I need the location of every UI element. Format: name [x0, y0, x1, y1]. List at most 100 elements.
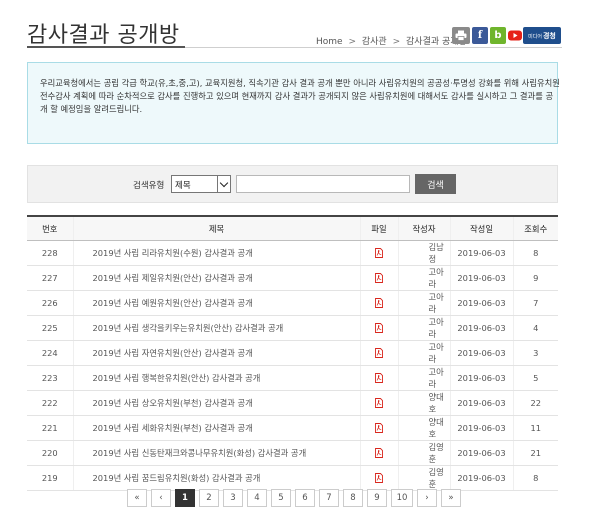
row-writer: 김영훈: [397, 465, 450, 491]
row-date: 2019-06-03: [449, 290, 513, 316]
page-button-5[interactable]: 5: [271, 489, 291, 507]
row-file: [359, 265, 398, 291]
row-views: 8: [512, 465, 558, 491]
row-writer: 고아라: [397, 290, 450, 316]
pdf-file-icon[interactable]: [375, 423, 383, 434]
row-date: 2019-06-03: [449, 265, 513, 291]
row-views: 7: [512, 290, 558, 316]
chevron-down-icon: [217, 176, 230, 192]
row-file: [359, 240, 398, 266]
audit-result-table: 번호 제목 파일 작성자 작성일 조회수 228 2019년 사립 리라유치원(수…: [27, 215, 558, 491]
pdf-file-icon[interactable]: [375, 298, 383, 309]
search-panel: 검색유형 제목 검색: [27, 165, 558, 203]
title-underline: [27, 46, 185, 48]
pdf-file-icon[interactable]: [375, 348, 383, 359]
table-row[interactable]: 228 2019년 사립 리라유치원(수원) 감사결과 공개 김남정 2019-06-…: [27, 240, 558, 266]
column-header-title: 제목: [72, 216, 360, 241]
row-writer: 양대호: [397, 390, 450, 416]
row-writer: 고아라: [397, 315, 450, 341]
pdf-file-icon[interactable]: [375, 323, 383, 334]
row-number: 224: [27, 340, 73, 366]
row-writer: 고아라: [397, 365, 450, 391]
row-title-link[interactable]: 2019년 사립 예원유치원(안산) 감사결과 공개: [72, 290, 360, 316]
row-views: 5: [512, 365, 558, 391]
media-small-label: 미디어: [528, 33, 542, 40]
page-button-6[interactable]: 6: [295, 489, 315, 507]
search-type-value: 제목: [175, 181, 191, 191]
print-icon: [455, 30, 467, 41]
page-button-9[interactable]: 9: [367, 489, 387, 507]
notice-box: 우리교육청에서는 공립 각급 학교(유,초,중,고), 교육지원청, 직속기관 …: [27, 62, 560, 144]
row-title-link[interactable]: 2019년 사립 제일유치원(안산) 감사결과 공개: [72, 265, 360, 291]
row-title-link[interactable]: 2019년 사립 신동탄재크와콩나무유치원(화성) 감사결과 공개: [72, 440, 360, 466]
table-row[interactable]: 227 2019년 사립 제일유치원(안산) 감사결과 공개 고아라 2019-06-…: [27, 265, 558, 291]
page-button-4[interactable]: 4: [247, 489, 267, 507]
page-button-8[interactable]: 8: [343, 489, 363, 507]
column-header-views: 조회수: [512, 216, 558, 241]
search-type-select[interactable]: 제목: [171, 175, 231, 193]
pdf-file-icon[interactable]: [375, 448, 383, 459]
row-title-link[interactable]: 2019년 사립 상오유치원(부천) 감사결과 공개: [72, 390, 360, 416]
row-views: 21: [512, 440, 558, 466]
facebook-icon: f: [477, 30, 483, 41]
column-header-file: 파일: [359, 216, 398, 241]
row-title-link[interactable]: 2019년 사립 생각을키우는유치원(안산) 감사결과 공개: [72, 315, 360, 341]
media-link-button[interactable]: 미디어경청: [523, 27, 561, 44]
next-page-button[interactable]: ›: [417, 489, 437, 507]
row-title-link[interactable]: 2019년 사립 세화유치원(부천) 감사결과 공개: [72, 415, 360, 441]
search-button[interactable]: 검색: [415, 174, 456, 194]
youtube-icon: [508, 30, 522, 41]
row-writer: 고아라: [397, 340, 450, 366]
breadcrumb: Home > 감사관 > 감사결과 공개방: [316, 34, 467, 47]
table-row[interactable]: 224 2019년 사립 자연유치원(안산) 감사결과 공개 고아라 2019-06-…: [27, 340, 558, 366]
pdf-file-icon[interactable]: [375, 273, 383, 284]
row-number: 219: [27, 465, 73, 491]
first-page-button[interactable]: «: [127, 489, 147, 507]
table-row[interactable]: 223 2019년 사립 행복한유치원(안산) 감사결과 공개 고아라 2019-06…: [27, 365, 558, 391]
facebook-share-button[interactable]: f: [472, 27, 488, 44]
row-date: 2019-06-03: [449, 390, 513, 416]
search-input[interactable]: [236, 175, 410, 193]
row-writer: 양대호: [397, 415, 450, 441]
page-button-3[interactable]: 3: [223, 489, 243, 507]
breadcrumb-home[interactable]: Home: [316, 37, 343, 47]
row-title-link[interactable]: 2019년 사립 행복한유치원(안산) 감사결과 공개: [72, 365, 360, 391]
print-button[interactable]: [452, 27, 470, 44]
table-row[interactable]: 226 2019년 사립 예원유치원(안산) 감사결과 공개 고아라 2019-06-…: [27, 290, 558, 316]
page-button-1[interactable]: 1: [175, 489, 195, 507]
row-writer: 김영훈: [397, 440, 450, 466]
row-date: 2019-06-03: [449, 465, 513, 491]
page-button-10[interactable]: 10: [391, 489, 413, 507]
row-title-link[interactable]: 2019년 사립 자연유치원(안산) 감사결과 공개: [72, 340, 360, 366]
pdf-file-icon[interactable]: [375, 398, 383, 409]
table-row[interactable]: 222 2019년 사립 상오유치원(부천) 감사결과 공개 양대호 2019-06-…: [27, 390, 558, 416]
page-title: 감사결과 공개방: [27, 23, 180, 48]
row-title-link[interactable]: 2019년 사립 리라유치원(수원) 감사결과 공개: [72, 240, 360, 266]
notice-text: 우리교육청에서는 공립 각급 학교(유,초,중,고), 교육지원청, 직속기관 …: [40, 78, 560, 114]
row-file: [359, 440, 398, 466]
row-title-link[interactable]: 2019년 사립 꿈드림유치원(화성) 감사결과 공개: [72, 465, 360, 491]
table-row[interactable]: 225 2019년 사립 생각을키우는유치원(안산) 감사결과 공개 고아라 2019…: [27, 315, 558, 341]
page-button-2[interactable]: 2: [199, 489, 219, 507]
page-button-7[interactable]: 7: [319, 489, 339, 507]
breadcrumb-separator: >: [348, 37, 356, 47]
last-page-button[interactable]: »: [441, 489, 461, 507]
pdf-file-icon[interactable]: [375, 248, 383, 259]
breadcrumb-audit-office[interactable]: 감사관: [362, 37, 387, 47]
table-row[interactable]: 219 2019년 사립 꿈드림유치원(화성) 감사결과 공개 김영훈 2019-06…: [27, 465, 558, 491]
blog-share-button[interactable]: b: [490, 27, 506, 44]
youtube-button[interactable]: [508, 27, 522, 44]
table-row[interactable]: 220 2019년 사립 신동탄재크와콩나무유치원(화성) 감사결과 공개 김영훈 2…: [27, 440, 558, 466]
table-header-row: 번호 제목 파일 작성자 작성일 조회수: [27, 216, 558, 241]
row-number: 227: [27, 265, 73, 291]
column-header-number: 번호: [27, 216, 73, 241]
pdf-file-icon[interactable]: [375, 473, 383, 484]
row-file: [359, 390, 398, 416]
row-writer: 고아라: [397, 265, 450, 291]
row-date: 2019-06-03: [449, 340, 513, 366]
prev-page-button[interactable]: ‹: [151, 489, 171, 507]
column-header-date: 작성일: [449, 216, 513, 241]
row-views: 22: [512, 390, 558, 416]
table-row[interactable]: 221 2019년 사립 세화유치원(부천) 감사결과 공개 양대호 2019-06-…: [27, 415, 558, 441]
pdf-file-icon[interactable]: [375, 373, 383, 384]
